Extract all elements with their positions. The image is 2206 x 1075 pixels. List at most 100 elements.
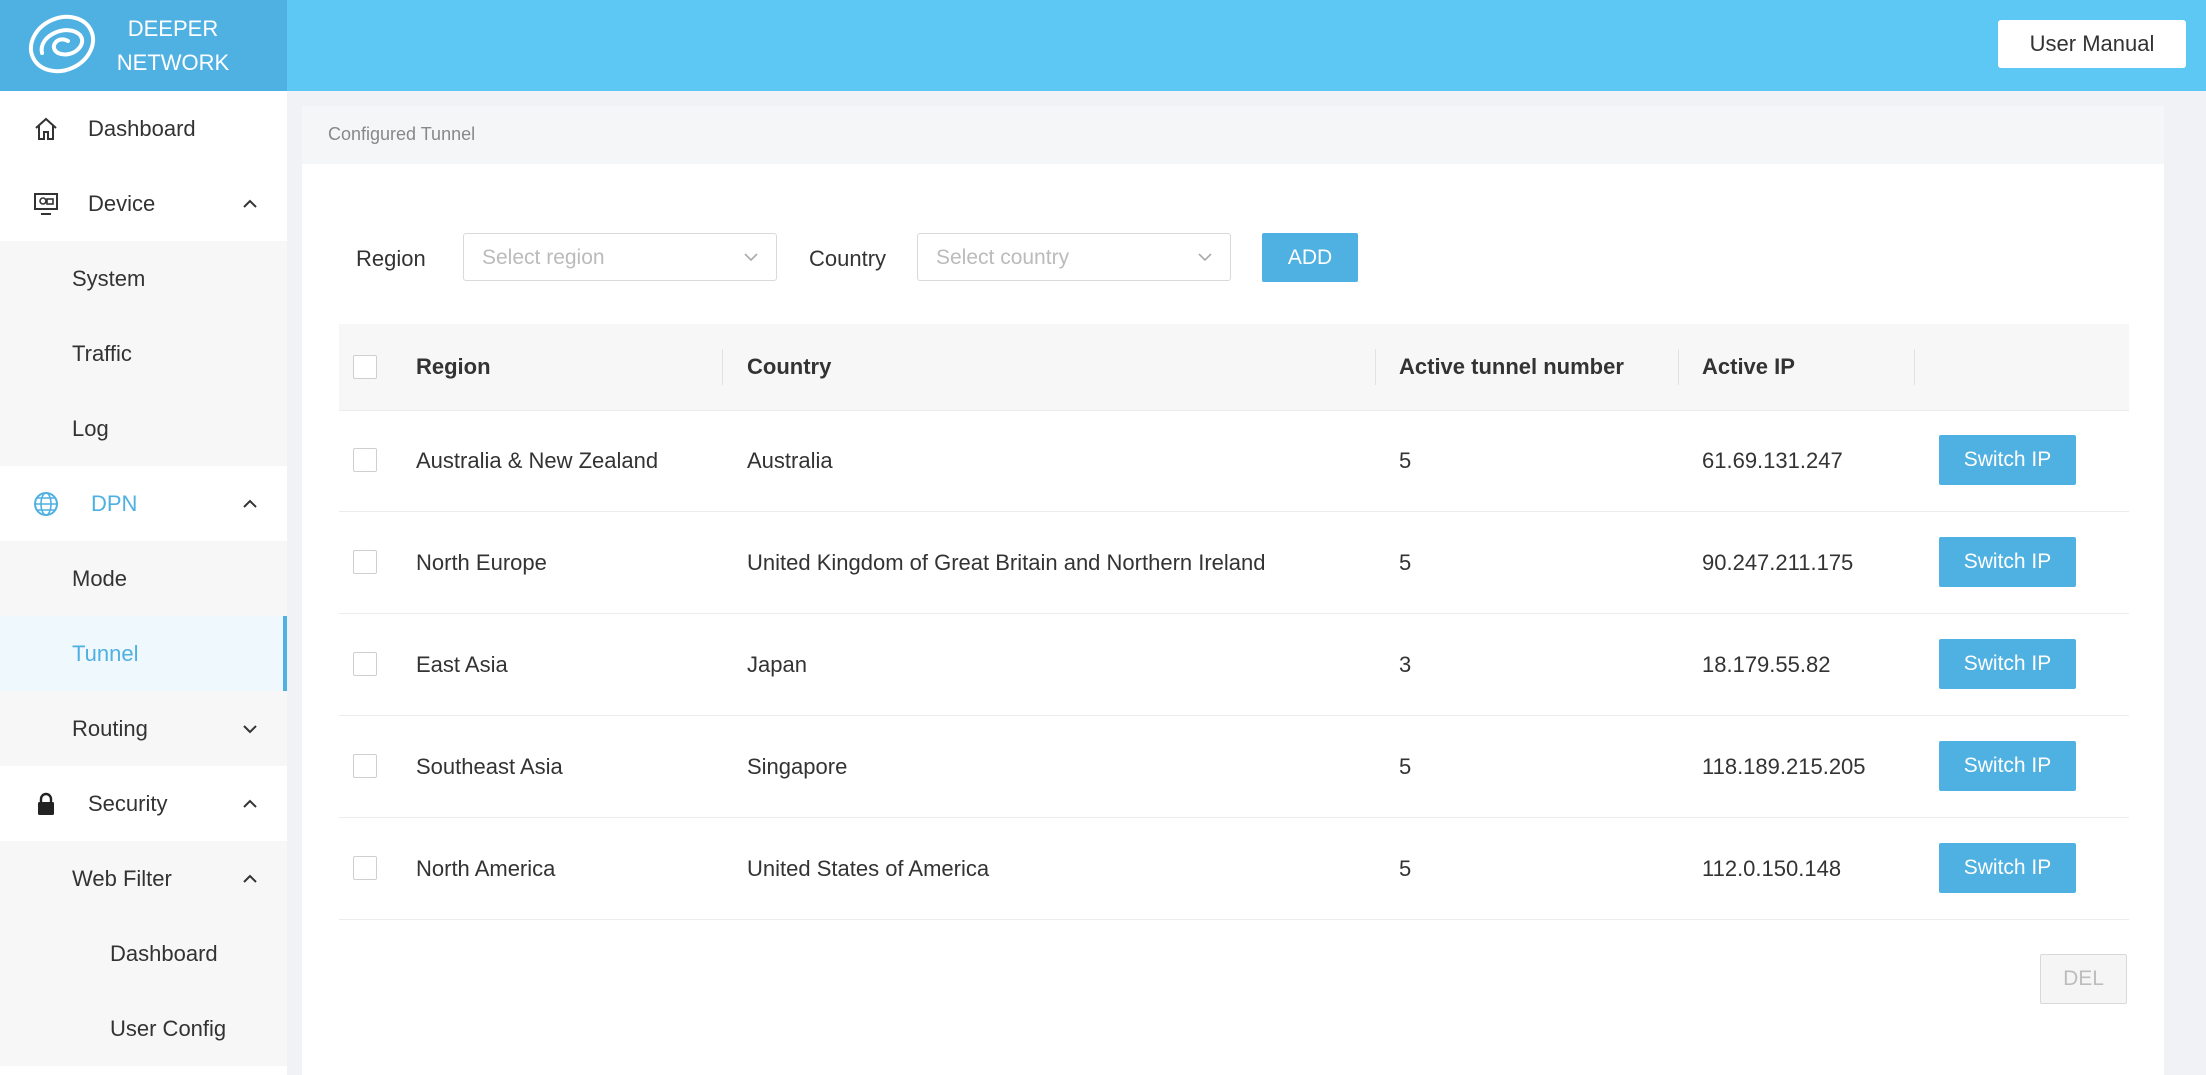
sidebar-label-dashboard: Dashboard xyxy=(88,115,196,141)
cell-active-tunnels: 3 xyxy=(1399,652,1412,677)
top-header: DEEPER NETWORK User Manual xyxy=(0,0,2206,91)
sidebar-item-device[interactable]: Device xyxy=(0,166,287,241)
cell-country: Singapore xyxy=(747,754,848,779)
switch-ip-button[interactable]: Switch IP xyxy=(1939,435,2076,485)
switch-ip-button[interactable]: Switch IP xyxy=(1939,843,2076,893)
chevron-down-icon xyxy=(243,724,257,733)
switch-ip-button[interactable]: Switch IP xyxy=(1939,537,2076,587)
chevron-up-icon xyxy=(243,874,257,883)
sidebar-item-traffic[interactable]: Traffic xyxy=(0,316,287,391)
user-manual-button[interactable]: User Manual xyxy=(1998,20,2186,68)
switch-ip-button[interactable]: Switch IP xyxy=(1939,741,2076,791)
cell-active-tunnels: 5 xyxy=(1399,448,1412,473)
header-divider xyxy=(1914,349,1915,385)
cell-country: United Kingdom of Great Britain and Nort… xyxy=(747,550,1266,575)
home-icon xyxy=(32,115,60,143)
country-select[interactable]: Select country xyxy=(917,233,1231,281)
header-region: Region xyxy=(416,354,491,379)
breadcrumb: Configured Tunnel xyxy=(302,106,2164,164)
cell-active-ip: 18.179.55.82 xyxy=(1702,652,1831,677)
row-checkbox[interactable] xyxy=(353,754,377,778)
cell-region: Australia & New Zealand xyxy=(416,448,659,473)
sidebar-label-routing: Routing xyxy=(72,715,148,741)
switch-ip-button[interactable]: Switch IP xyxy=(1939,639,2076,689)
cell-region: North America xyxy=(416,856,556,881)
sidebar-item-dashboard[interactable]: Dashboard xyxy=(0,91,287,166)
sidebar-item-dpn[interactable]: DPN xyxy=(0,466,287,541)
table-row: North America United States of America 5… xyxy=(339,818,2129,920)
swirl-logo-icon xyxy=(28,14,96,74)
device-icon xyxy=(32,190,60,218)
header-divider xyxy=(1678,349,1679,385)
chevron-up-icon xyxy=(243,199,257,208)
table-row: North Europe United Kingdom of Great Bri… xyxy=(339,512,2129,614)
row-checkbox[interactable] xyxy=(353,652,377,676)
header-divider xyxy=(1375,349,1376,385)
cell-region: Southeast Asia xyxy=(416,754,563,779)
brand-line-2: NETWORK xyxy=(116,50,230,75)
select-all-checkbox[interactable] xyxy=(353,355,377,379)
cell-active-ip: 112.0.150.148 xyxy=(1702,856,1842,881)
brand-line-1: DEEPER xyxy=(127,16,219,41)
cell-country: Japan xyxy=(747,652,807,677)
chevron-up-icon xyxy=(243,799,257,808)
sidebar-item-security[interactable]: Security xyxy=(0,766,287,841)
sidebar-label-mode: Mode xyxy=(72,565,128,591)
sidebar-item-web-filter[interactable]: Web Filter xyxy=(0,841,287,916)
table-row: Australia & New Zealand Australia 5 61.6… xyxy=(339,410,2129,512)
sidebar-label-log: Log xyxy=(72,415,109,441)
cell-country: United States of America xyxy=(747,856,990,881)
cell-active-ip: 61.69.131.247 xyxy=(1702,448,1843,473)
lock-icon xyxy=(32,790,60,818)
sidebar-label-user-config: User Config xyxy=(110,1015,227,1041)
row-checkbox[interactable] xyxy=(353,448,377,472)
table-row: Southeast Asia Singapore 5 118.189.215.2… xyxy=(339,716,2129,818)
sidebar-label-traffic: Traffic xyxy=(72,340,132,366)
cell-active-tunnels: 5 xyxy=(1399,754,1412,779)
cell-active-ip: 118.189.215.205 xyxy=(1702,754,1866,779)
delete-button[interactable]: DEL xyxy=(2040,954,2127,1004)
header-divider xyxy=(722,349,723,385)
tunnel-card: Region Select region Country Select coun… xyxy=(302,164,2164,1075)
sidebar-item-system[interactable]: System xyxy=(0,241,287,316)
chevron-down-icon xyxy=(744,253,758,262)
add-button[interactable]: ADD xyxy=(1262,233,1358,282)
sidebar-item-mode[interactable]: Mode xyxy=(0,541,287,616)
sidebar-item-log[interactable]: Log xyxy=(0,391,287,466)
header-active-tunnel: Active tunnel number xyxy=(1399,354,1624,379)
country-select-placeholder: Select country xyxy=(936,246,1070,269)
cell-region: East Asia xyxy=(416,652,508,677)
table-header: Region Country Active tunnel number Acti… xyxy=(339,324,2129,411)
sidebar-item-routing[interactable]: Routing xyxy=(0,691,287,766)
chevron-up-icon xyxy=(243,499,257,508)
chevron-down-icon xyxy=(1198,253,1212,262)
cell-region: North Europe xyxy=(416,550,547,575)
breadcrumb-label: Configured Tunnel xyxy=(328,124,476,144)
brand-name: DEEPER NETWORK xyxy=(108,12,238,80)
globe-icon xyxy=(32,490,60,518)
sidebar-item-tunnel[interactable]: Tunnel xyxy=(0,616,287,691)
sidebar-label-web-filter-dashboard: Dashboard xyxy=(110,940,218,966)
row-checkbox[interactable] xyxy=(353,550,377,574)
sidebar-label-tunnel: Tunnel xyxy=(72,640,139,666)
cell-active-tunnels: 5 xyxy=(1399,856,1412,881)
header-country: Country xyxy=(747,354,832,379)
sidebar-label-dpn: DPN xyxy=(91,490,138,516)
region-select-placeholder: Select region xyxy=(482,246,605,269)
region-select[interactable]: Select region xyxy=(463,233,777,281)
cell-active-ip: 90.247.211.175 xyxy=(1702,550,1854,575)
sidebar: Dashboard Device System Traffic Log DPN … xyxy=(0,91,287,1075)
sidebar-item-user-config[interactable]: User Config xyxy=(0,991,287,1066)
logo-area[interactable]: DEEPER NETWORK xyxy=(0,0,287,91)
sidebar-label-security: Security xyxy=(88,790,168,816)
country-filter-label: Country xyxy=(809,246,887,271)
sidebar-label-web-filter: Web Filter xyxy=(72,865,172,891)
row-checkbox[interactable] xyxy=(353,856,377,880)
sidebar-item-web-filter-dashboard[interactable]: Dashboard xyxy=(0,916,287,991)
header-active-ip: Active IP xyxy=(1702,354,1795,379)
cell-active-tunnels: 5 xyxy=(1399,550,1412,575)
region-filter-label: Region xyxy=(356,246,426,271)
sidebar-label-system: System xyxy=(72,265,146,291)
table-row: East Asia Japan 3 18.179.55.82 Switch IP xyxy=(339,614,2129,716)
cell-country: Australia xyxy=(747,448,833,473)
